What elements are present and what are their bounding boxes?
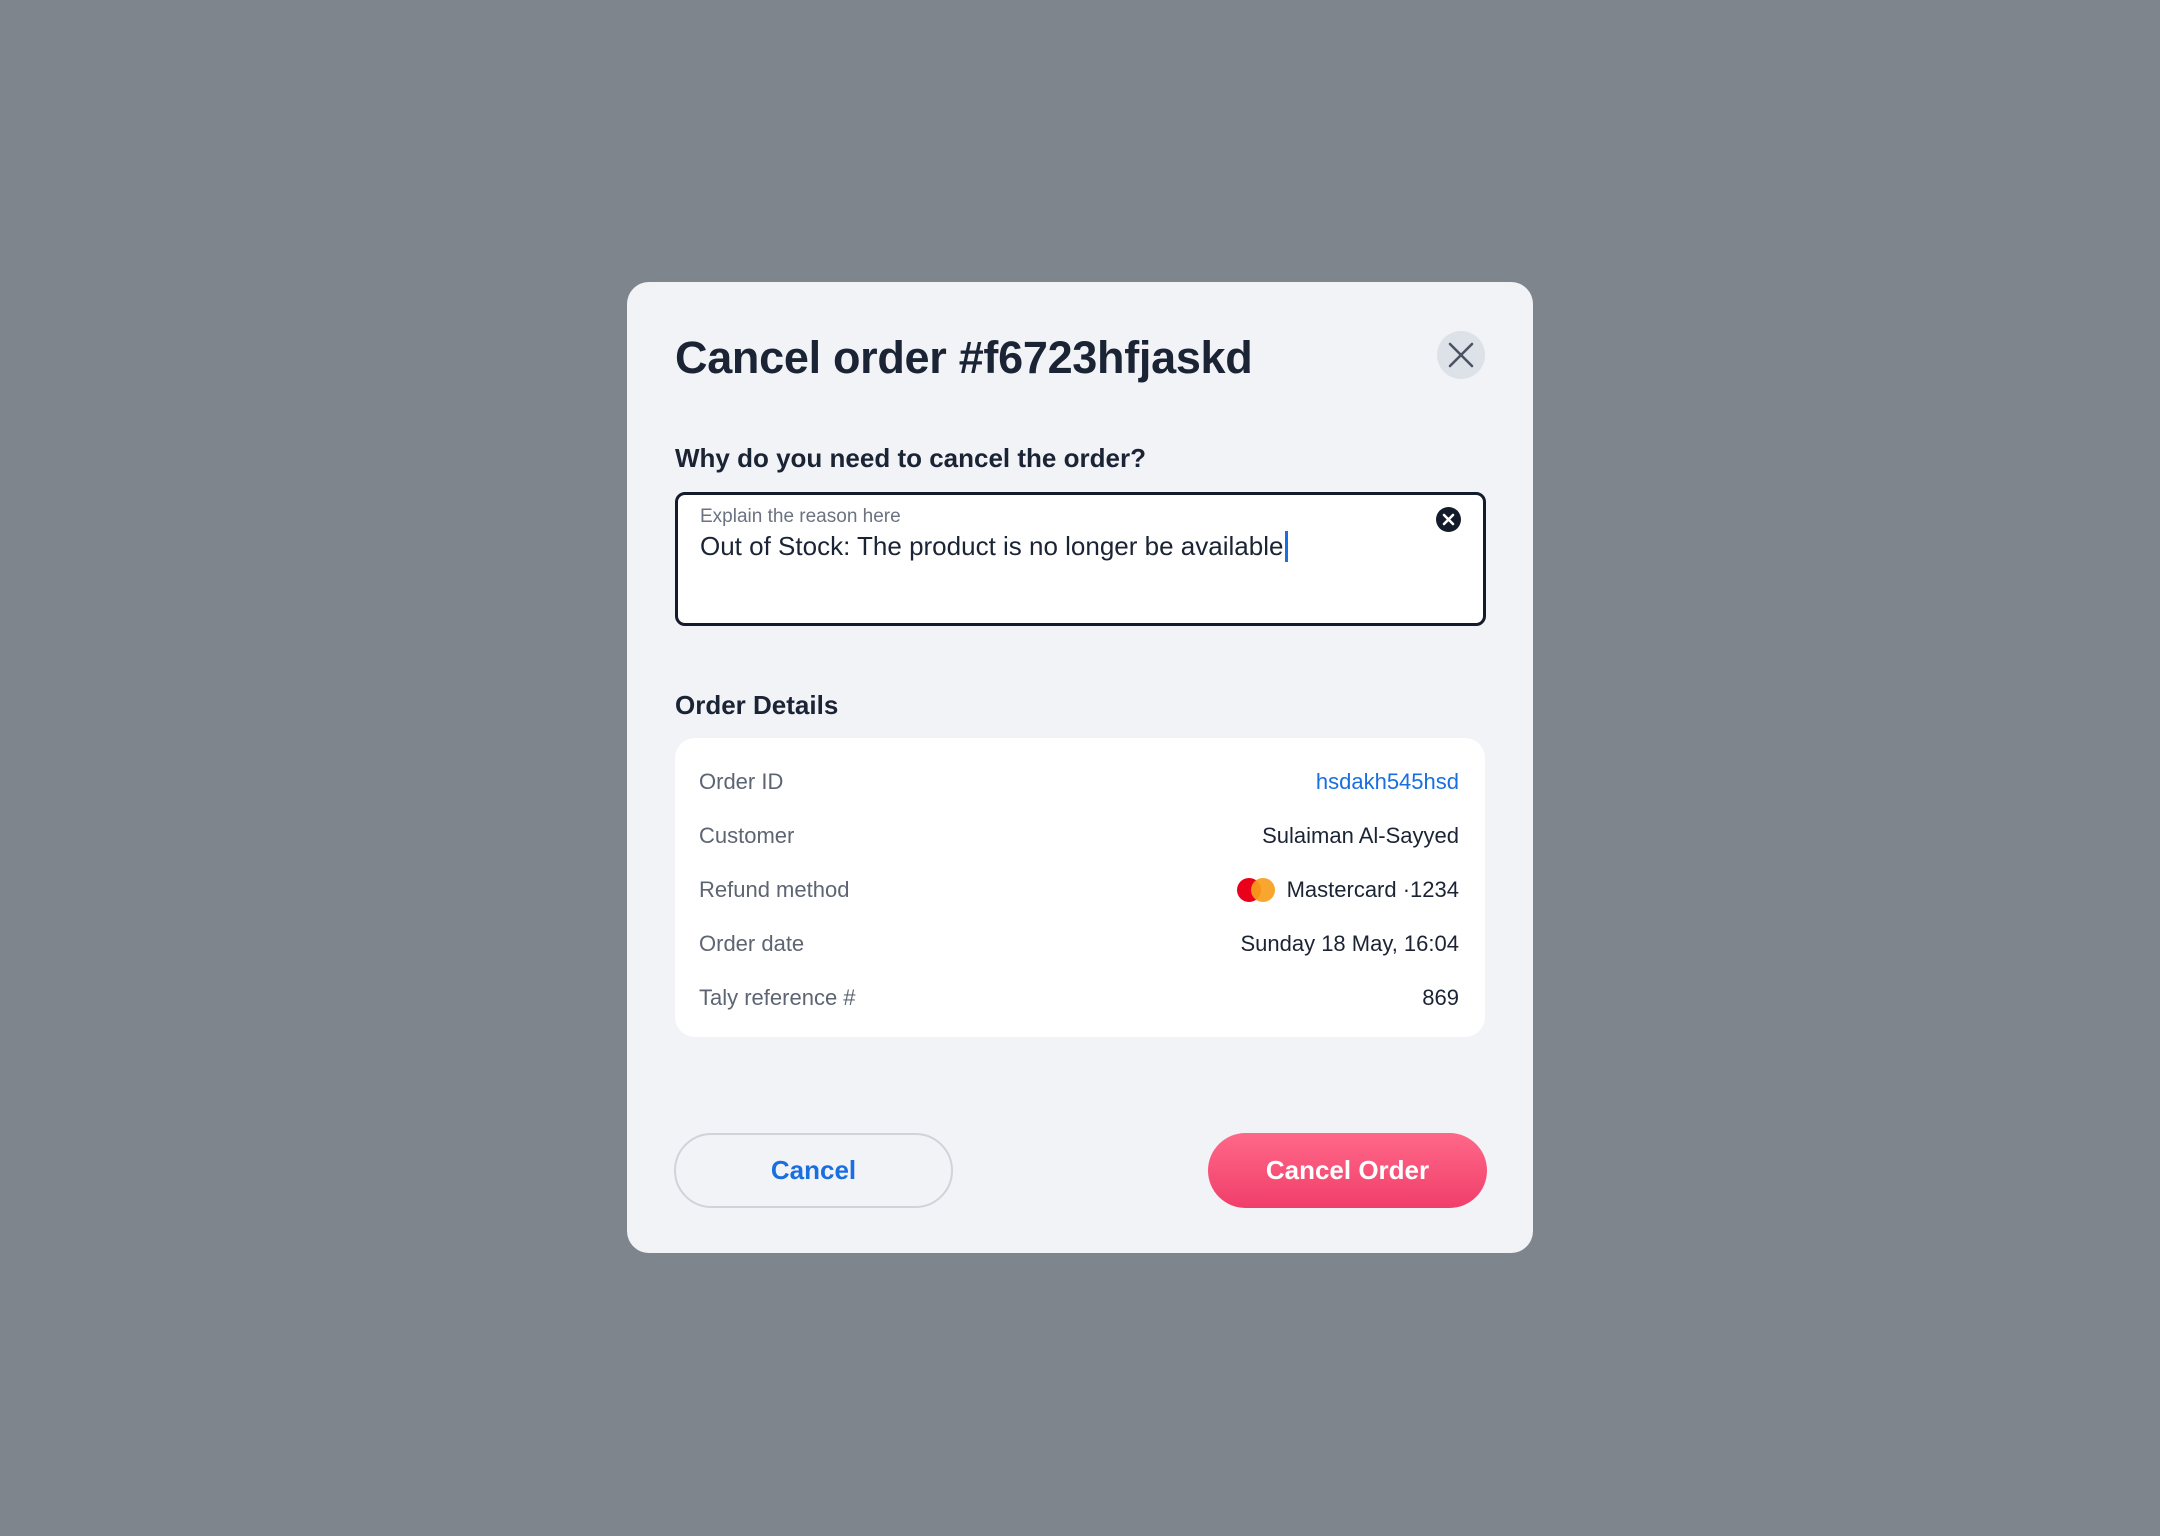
reason-question: Why do you need to cancel the order? — [675, 443, 1146, 473]
customer-name: Sulaiman Al-Sayyed — [1262, 823, 1459, 848]
reason-textarea[interactable]: Explain the reason here Out of Stock: Th… — [675, 492, 1486, 626]
taly-reference-value: 869 — [1422, 985, 1459, 1010]
clear-reason-button[interactable] — [1435, 506, 1462, 533]
close-icon — [1448, 342, 1474, 368]
clear-circle-icon — [1436, 507, 1461, 532]
mastercard-logo-icon — [1236, 878, 1275, 902]
close-button[interactable] — [1437, 331, 1485, 379]
detail-label: Order date — [699, 931, 805, 956]
order-details-card: Order ID hsdakh545hsd Customer Sulaiman … — [675, 738, 1485, 1037]
detail-row-order-date: Order date Sunday 18 May, 16:04 — [699, 924, 1459, 964]
detail-label: Customer — [699, 823, 795, 848]
detail-label: Order ID — [699, 769, 784, 794]
refund-method-value: Mastercard ·1234 — [1236, 877, 1459, 903]
text-caret — [1285, 531, 1289, 562]
detail-label: Taly reference # — [699, 985, 856, 1010]
reason-value: Out of Stock: The product is no longer b… — [700, 531, 1284, 561]
reason-value-wrapper[interactable]: Out of Stock: The product is no longer b… — [700, 531, 1289, 562]
detail-row-taly-reference: Taly reference # 869 — [699, 978, 1459, 1018]
order-details-title: Order Details — [675, 690, 839, 720]
modal-title: Cancel order #f6723hfjaskd — [675, 332, 1253, 383]
order-date-value: Sunday 18 May, 16:04 — [1240, 931, 1459, 956]
order-id-link[interactable]: hsdakh545hsd — [1316, 769, 1459, 795]
cancel-button[interactable]: Cancel — [674, 1133, 953, 1208]
detail-label: Refund method — [699, 877, 850, 902]
cancel-order-modal: Cancel order #f6723hfjaskd Why do you ne… — [627, 282, 1533, 1253]
detail-row-order-id: Order ID hsdakh545hsd — [699, 762, 1459, 802]
reason-placeholder-label: Explain the reason here — [700, 506, 901, 527]
refund-method-text: Mastercard ·1234 — [1286, 877, 1459, 902]
detail-row-refund-method: Refund method Mastercard ·1234 — [699, 870, 1459, 910]
detail-row-customer: Customer Sulaiman Al-Sayyed — [699, 816, 1459, 856]
cancel-order-button[interactable]: Cancel Order — [1208, 1133, 1487, 1208]
